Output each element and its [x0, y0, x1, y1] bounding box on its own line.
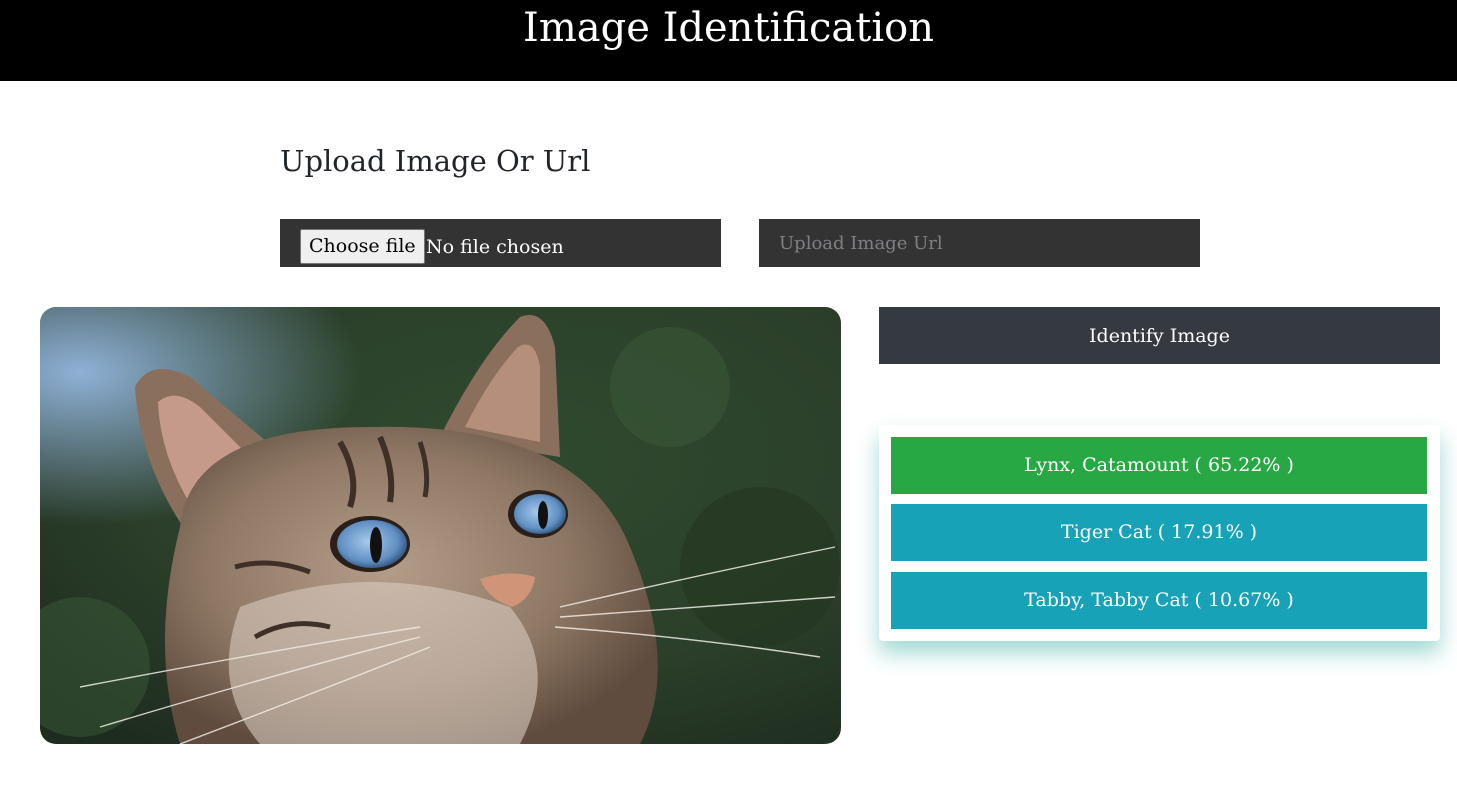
identify-image-button[interactable]: Identify Image: [879, 307, 1440, 364]
result-item-top: Lynx, Catamount ( 65.22% ): [891, 437, 1427, 494]
page-title: Image Identification: [523, 5, 934, 51]
image-url-input[interactable]: [759, 219, 1200, 267]
results-panel: Lynx, Catamount ( 65.22% ) Tiger Cat ( 1…: [879, 425, 1440, 641]
result-item: Tabby, Tabby Cat ( 10.67% ): [891, 572, 1427, 629]
image-preview: [40, 307, 841, 744]
app-header: Image Identification: [0, 0, 1457, 81]
result-item: Tiger Cat ( 17.91% ): [891, 504, 1427, 561]
file-upload-field[interactable]: Choose file No file chosen: [280, 219, 721, 267]
cat-photo: [40, 307, 841, 744]
choose-file-button[interactable]: Choose file: [300, 229, 425, 264]
upload-section-title: Upload Image Or Url: [280, 144, 591, 178]
file-status-text: No file chosen: [426, 236, 564, 258]
